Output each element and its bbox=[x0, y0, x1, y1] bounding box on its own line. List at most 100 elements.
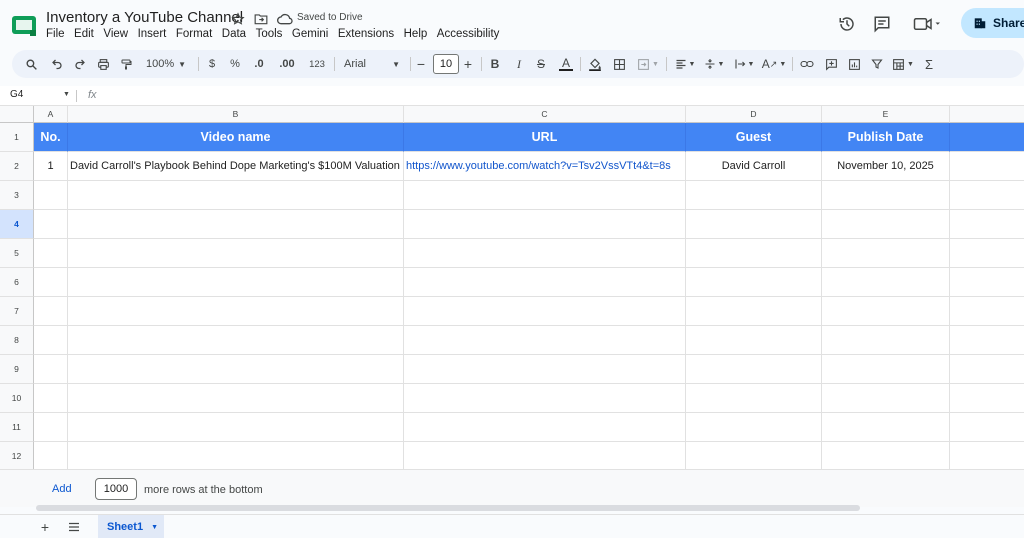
column-header-a[interactable]: A bbox=[34, 106, 68, 123]
font-family-select[interactable]: Arial ▼ bbox=[342, 50, 404, 78]
row-header[interactable]: 12 bbox=[0, 442, 34, 471]
empty-cell[interactable] bbox=[34, 181, 68, 210]
row-header[interactable]: 8 bbox=[0, 326, 34, 355]
empty-cell[interactable] bbox=[686, 442, 822, 471]
empty-cell[interactable] bbox=[68, 239, 404, 268]
menu-accessibility[interactable]: Accessibility bbox=[437, 28, 500, 40]
filter-views-icon[interactable]: ▼ bbox=[890, 50, 916, 78]
search-menus-icon[interactable] bbox=[22, 50, 40, 78]
cell-publish-date[interactable]: November 10, 2025 bbox=[822, 152, 950, 181]
row-header[interactable]: 2 bbox=[0, 152, 34, 181]
empty-cell[interactable] bbox=[822, 268, 950, 297]
menu-insert[interactable]: Insert bbox=[138, 28, 167, 40]
version-history-icon[interactable] bbox=[836, 13, 858, 35]
empty-cell[interactable] bbox=[34, 210, 68, 239]
empty-cell[interactable] bbox=[822, 297, 950, 326]
empty-cell[interactable] bbox=[68, 384, 404, 413]
empty-cell[interactable] bbox=[686, 210, 822, 239]
redo-icon[interactable] bbox=[71, 50, 89, 78]
header-cell-video-name[interactable]: Video name bbox=[68, 123, 404, 152]
empty-cell[interactable] bbox=[950, 268, 1024, 297]
empty-cell[interactable] bbox=[404, 384, 686, 413]
empty-cell[interactable] bbox=[822, 239, 950, 268]
empty-cell[interactable] bbox=[34, 355, 68, 384]
empty-cell[interactable] bbox=[686, 297, 822, 326]
empty-cell[interactable] bbox=[34, 297, 68, 326]
menu-view[interactable]: View bbox=[103, 28, 128, 40]
empty-cell[interactable] bbox=[68, 268, 404, 297]
add-sheet-icon[interactable]: + bbox=[36, 518, 54, 536]
empty-cell[interactable] bbox=[404, 442, 686, 471]
text-color-icon[interactable]: A bbox=[558, 50, 574, 78]
percent-format-button[interactable]: % bbox=[227, 50, 243, 78]
empty-cell[interactable] bbox=[686, 355, 822, 384]
undo-icon[interactable] bbox=[48, 50, 66, 78]
header-cell-empty[interactable] bbox=[950, 123, 1024, 152]
empty-cell[interactable] bbox=[404, 268, 686, 297]
empty-cell[interactable] bbox=[950, 384, 1024, 413]
menu-gemini[interactable]: Gemini bbox=[292, 28, 328, 40]
column-header-d[interactable]: D bbox=[686, 106, 822, 123]
horizontal-align-icon[interactable]: ▼ bbox=[672, 50, 698, 78]
row-header[interactable]: 7 bbox=[0, 297, 34, 326]
star-icon[interactable] bbox=[229, 10, 247, 28]
move-folder-icon[interactable] bbox=[252, 10, 270, 28]
column-header-b[interactable]: B bbox=[68, 106, 404, 123]
share-button[interactable]: Share bbox=[961, 8, 1024, 38]
chevron-down-icon[interactable]: ▼ bbox=[63, 91, 70, 98]
empty-cell[interactable] bbox=[686, 326, 822, 355]
insert-link-icon[interactable] bbox=[798, 50, 816, 78]
empty-cell[interactable] bbox=[34, 384, 68, 413]
empty-cell[interactable] bbox=[950, 210, 1024, 239]
borders-icon[interactable] bbox=[610, 50, 628, 78]
add-rows-button[interactable]: Add bbox=[52, 483, 72, 495]
decrease-font-size-icon[interactable]: − bbox=[414, 50, 428, 78]
empty-cell[interactable] bbox=[950, 355, 1024, 384]
column-header-e[interactable]: E bbox=[822, 106, 950, 123]
insert-comment-icon[interactable] bbox=[822, 50, 840, 78]
bold-icon[interactable]: B bbox=[487, 50, 503, 78]
comments-icon[interactable] bbox=[871, 13, 893, 35]
empty-cell[interactable] bbox=[950, 413, 1024, 442]
all-sheets-icon[interactable] bbox=[65, 518, 83, 536]
empty-cell[interactable] bbox=[68, 413, 404, 442]
empty-cell[interactable] bbox=[950, 181, 1024, 210]
menu-edit[interactable]: Edit bbox=[74, 28, 94, 40]
empty-cell[interactable] bbox=[68, 326, 404, 355]
merge-cells-icon[interactable]: ▼ bbox=[635, 50, 661, 78]
empty-cell[interactable] bbox=[404, 326, 686, 355]
cell-guest[interactable]: David Carroll bbox=[686, 152, 822, 181]
column-header-f[interactable] bbox=[950, 106, 1024, 123]
empty-cell[interactable] bbox=[404, 355, 686, 384]
row-header[interactable]: 10 bbox=[0, 384, 34, 413]
meet-icon[interactable] bbox=[910, 13, 946, 35]
text-rotation-icon[interactable]: A ↗ ▼ bbox=[761, 50, 787, 78]
empty-cell[interactable] bbox=[822, 413, 950, 442]
more-formats-button[interactable]: 123 bbox=[306, 50, 328, 78]
empty-cell[interactable] bbox=[686, 239, 822, 268]
cell-video-name[interactable]: David Carroll's Playbook Behind Dope Mar… bbox=[68, 152, 404, 181]
formula-input[interactable] bbox=[106, 86, 1006, 106]
sheets-logo-icon[interactable] bbox=[12, 14, 36, 36]
empty-cell[interactable] bbox=[404, 297, 686, 326]
filter-icon[interactable] bbox=[868, 50, 886, 78]
row-header[interactable]: 3 bbox=[0, 181, 34, 210]
empty-cell[interactable] bbox=[68, 355, 404, 384]
header-cell-publish-date[interactable]: Publish Date bbox=[822, 123, 950, 152]
currency-format-button[interactable]: $ bbox=[205, 50, 219, 78]
empty-cell[interactable] bbox=[34, 239, 68, 268]
empty-cell[interactable] bbox=[686, 181, 822, 210]
empty-cell[interactable] bbox=[822, 355, 950, 384]
empty-cell[interactable] bbox=[686, 384, 822, 413]
empty-cell[interactable] bbox=[68, 210, 404, 239]
cell-url-link[interactable]: https://www.youtube.com/watch?v=Tsv2VssV… bbox=[404, 152, 686, 181]
row-header[interactable]: 5 bbox=[0, 239, 34, 268]
empty-cell[interactable] bbox=[822, 384, 950, 413]
decrease-decimal-button[interactable]: .0 bbox=[249, 50, 269, 78]
header-cell-url[interactable]: URL bbox=[404, 123, 686, 152]
menu-tools[interactable]: Tools bbox=[256, 28, 283, 40]
sheet-tab-sheet1[interactable]: Sheet1 ▼ bbox=[98, 515, 164, 538]
paint-format-icon[interactable] bbox=[117, 50, 135, 78]
menu-help[interactable]: Help bbox=[404, 28, 428, 40]
menu-file[interactable]: File bbox=[46, 28, 65, 40]
